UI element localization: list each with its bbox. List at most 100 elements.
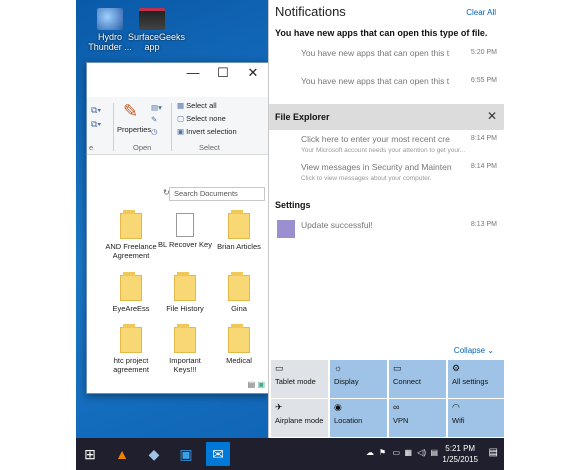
settings-group-heading[interactable]: Settings — [275, 200, 311, 210]
quick-action-label: Location — [334, 416, 363, 425]
quick-action-all-settings[interactable]: ⚙ All settings — [448, 360, 504, 398]
notification-text: Click here to enter your most recent cre — [301, 134, 450, 144]
clock[interactable]: 5:21 PM 1/25/2015 — [442, 443, 478, 465]
desktop-icon-label: SurfaceGeeks app — [128, 32, 186, 52]
game-icon — [97, 8, 123, 30]
notification-time: 5:20 PM — [470, 49, 497, 56]
window-titlebar[interactable]: — ☐ ✕ — [87, 63, 269, 85]
notifications-title: Notifications — [275, 4, 346, 19]
desktop-icon-label: Hydro Thunder ... — [88, 32, 132, 52]
invert-selection-button[interactable]: ▣ Invert selection — [177, 127, 237, 136]
file-label: File History — [166, 304, 204, 313]
cloud-icon[interactable]: ☁ — [366, 448, 374, 457]
airplane-icon: ✈ — [275, 402, 283, 412]
select-all-icon: ▦ — [177, 101, 187, 110]
quick-action-display[interactable]: ☼ Display — [330, 360, 387, 398]
file-item[interactable]: AND Freelance Agreement — [103, 210, 159, 260]
search-input[interactable]: Search Documents — [169, 187, 265, 201]
maximize-button[interactable]: ☐ — [209, 63, 237, 83]
vpn-icon: ∞ — [393, 402, 400, 412]
taskbar: ⊞ ▲ ◆ ▣ ✉ ☁ ⚑ ▭ ▦ ◁) ▤ 5:21 PM 1/25/2015… — [76, 438, 504, 470]
quick-action-tablet-mode[interactable]: ▭ Tablet mode — [271, 360, 328, 398]
view-toggle[interactable]: ▤ ▣ — [248, 380, 265, 389]
file-label: htc project agreement — [113, 356, 149, 374]
settings-notification-icon — [277, 220, 295, 238]
properties-icon: ✎ — [123, 101, 139, 121]
folder-icon — [174, 324, 196, 353]
volume-icon[interactable]: ◁) — [417, 448, 426, 457]
history-icon[interactable]: ◷ — [151, 127, 158, 136]
app-icon[interactable]: ◆ — [142, 442, 166, 466]
notification-item[interactable]: You have new apps that can open this t 5… — [301, 48, 499, 58]
folder-icon — [120, 324, 142, 353]
desktop-icon-surfacegeeks[interactable]: SurfaceGeeks app — [128, 8, 185, 52]
battery-icon[interactable]: ▭ — [392, 448, 400, 457]
copy-path-icon[interactable]: ⧉▾ — [91, 105, 101, 116]
close-button[interactable]: ✕ — [239, 63, 267, 83]
edit-icon[interactable]: ✎ — [151, 115, 157, 124]
notification-item[interactable]: You have new apps that can open this t 6… — [301, 76, 499, 86]
start-button[interactable]: ⊞ — [78, 442, 102, 466]
file-label: EyeAreEss — [112, 304, 150, 313]
desktop-icon-hydro-thunder[interactable]: Hydro Thunder ... — [86, 8, 134, 52]
quick-action-airplane-mode[interactable]: ✈ Airplane mode — [271, 399, 328, 437]
file-item[interactable]: Important Keys!!! — [157, 324, 213, 374]
details-view-icon[interactable]: ▤ — [248, 380, 256, 389]
mail-icon[interactable]: ✉ — [206, 442, 230, 466]
file-label: BL Recover Key — [158, 240, 212, 249]
connect-icon: ▭ — [393, 363, 402, 373]
notification-text: Update successful! — [301, 220, 373, 230]
quick-action-label: All settings — [452, 377, 489, 386]
close-icon[interactable]: ✕ — [487, 109, 497, 123]
quick-action-location[interactable]: ◉ Location — [330, 399, 387, 437]
ribbon-group-open: Open — [133, 143, 152, 152]
large-icons-view-icon[interactable]: ▣ — [257, 380, 265, 389]
quick-action-wifi[interactable]: ◠ Wifi — [448, 399, 504, 437]
keyboard-icon[interactable]: ▤ — [430, 448, 438, 457]
file-item[interactable]: BL Recover Key — [157, 213, 213, 249]
collapse-link[interactable]: Collapse ⌄ — [454, 346, 494, 355]
notification-item[interactable]: Click here to enter your most recent cre… — [301, 134, 499, 154]
action-center-icon[interactable]: ▤ — [489, 447, 498, 458]
file-explorer-group-header[interactable]: File Explorer ✕ — [269, 104, 504, 130]
select-all-button[interactable]: ▦ Select all — [177, 101, 217, 110]
notification-item[interactable]: View messages in Security and Mainten Cl… — [301, 162, 499, 182]
ribbon: ⧉▾ ⧉▾ e ✎ Properties ▤▾ ✎ ◷ Open ▦ Selec… — [87, 97, 269, 155]
select-none-label: Select none — [186, 114, 226, 123]
file-label: Gina — [231, 304, 247, 313]
file-label: Important Keys!!! — [169, 356, 201, 374]
quick-action-connect[interactable]: ▭ Connect — [389, 360, 446, 398]
store-icon[interactable]: ▣ — [174, 442, 198, 466]
notification-text: View messages in Security and Mainten — [301, 162, 452, 172]
vlc-icon[interactable]: ▲ — [110, 442, 134, 466]
minimize-button[interactable]: — — [179, 63, 207, 83]
action-center: Notifications Clear All You have new app… — [268, 0, 504, 438]
store-group-heading[interactable]: You have new apps that can open this typ… — [275, 28, 487, 38]
quick-action-label: Connect — [393, 377, 421, 386]
quick-action-label: Display — [334, 377, 359, 386]
flag-icon[interactable]: ⚑ — [379, 448, 386, 457]
file-item[interactable]: EyeAreEss — [103, 272, 159, 313]
quick-action-vpn[interactable]: ∞ VPN — [389, 399, 446, 437]
brightness-icon: ☼ — [334, 363, 343, 373]
quick-action-label: Tablet mode — [275, 377, 316, 386]
folder-icon — [228, 210, 250, 239]
file-item[interactable]: Gina — [211, 272, 267, 313]
network-icon[interactable]: ▦ — [404, 448, 412, 457]
paste-shortcut-icon[interactable]: ⧉▾ — [91, 119, 101, 130]
notification-item[interactable]: Update successful! 8:13 PM — [301, 220, 499, 230]
open-icon[interactable]: ▤▾ — [151, 103, 162, 112]
clear-all-link[interactable]: Clear All — [466, 8, 496, 17]
file-label: Brian Articles — [217, 242, 261, 251]
clock-time: 5:21 PM — [445, 444, 476, 453]
select-none-button[interactable]: ▢ Select none — [177, 114, 226, 123]
ribbon-group-label: e — [89, 143, 94, 152]
collapse-label: Collapse — [453, 346, 486, 355]
file-item[interactable]: Medical — [211, 324, 267, 365]
notification-text: You have new apps that can open this t — [301, 76, 450, 86]
ribbon-group-select: Select — [199, 143, 220, 152]
file-item[interactable]: File History — [157, 272, 213, 313]
properties-button[interactable]: Properties — [117, 125, 151, 134]
file-item[interactable]: htc project agreement — [103, 324, 159, 374]
file-item[interactable]: Brian Articles — [211, 210, 267, 251]
